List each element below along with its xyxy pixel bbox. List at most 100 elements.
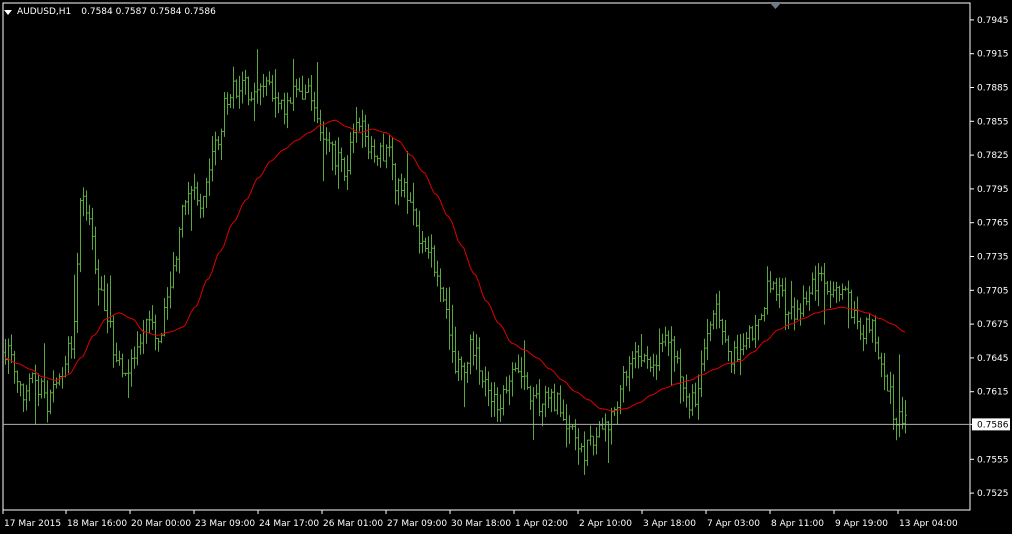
ohlc-bar <box>589 425 592 446</box>
ohlc-bar <box>733 340 736 375</box>
ohlc-bar <box>649 356 652 372</box>
ohlc-bar <box>46 380 49 423</box>
ohlc-bar <box>229 94 232 109</box>
ohlc-bar <box>325 127 328 155</box>
ohlc-bar <box>808 285 811 311</box>
ohlc-bar <box>481 370 484 388</box>
ohlc-bar <box>13 350 16 384</box>
ohlc-bar <box>727 335 730 362</box>
ohlc-bar <box>859 317 862 340</box>
ohlc-bar <box>514 362 517 372</box>
ohlc-bar <box>679 348 682 404</box>
x-tick-label: 18 Mar 16:00 <box>67 519 127 529</box>
ohlc-bar <box>400 173 403 197</box>
y-tick-label: 0.7825 <box>977 151 1009 161</box>
ohlc-bar <box>691 384 694 416</box>
ohlc-bar <box>391 137 394 181</box>
ohlc-bar <box>811 272 814 295</box>
ohlc-bar <box>199 193 202 219</box>
ohlc-bar <box>670 326 673 386</box>
ohlc-bar <box>283 92 286 125</box>
ohlc-bar <box>412 182 415 226</box>
ohlc-bar <box>511 362 514 397</box>
x-tick-label: 2 Apr 10:00 <box>579 519 632 529</box>
ohlc-bar <box>751 325 754 341</box>
ohlc-bar <box>799 303 802 326</box>
ohlc-bar <box>529 385 532 410</box>
ohlc-bar <box>745 332 748 350</box>
ohlc-bar <box>703 338 706 372</box>
ohlc-bar <box>610 407 613 445</box>
x-tick-label: 30 Mar 18:00 <box>451 519 511 529</box>
ohlc-bar <box>772 281 775 290</box>
ohlc-bar <box>127 359 130 398</box>
ohlc-bar <box>535 384 538 399</box>
x-tick-label: 8 Apr 11:00 <box>771 519 824 529</box>
ohlc-bar <box>115 342 118 363</box>
ohlc-bar <box>142 319 145 354</box>
y-tick-label: 0.7675 <box>977 320 1009 330</box>
ohlc-bar <box>208 158 211 196</box>
ohlc-bar <box>775 278 778 302</box>
ohlc-bar <box>706 318 709 361</box>
ohlc-bar <box>445 287 448 319</box>
ohlc-bar <box>496 387 499 422</box>
ohlc-bar <box>286 92 289 129</box>
ohlc-bar <box>226 92 229 115</box>
ohlc-bar <box>139 334 142 355</box>
ohlc-bar <box>883 352 886 391</box>
shift-triangle-icon[interactable] <box>770 3 781 9</box>
ohlc-bar <box>331 141 334 171</box>
ohlc-bar <box>886 374 889 392</box>
ohlc-bar <box>613 407 616 416</box>
ohlc-bar <box>172 251 175 289</box>
dropdown-triangle-icon[interactable] <box>4 9 12 15</box>
ohlc-bar <box>628 356 631 392</box>
ohlc-bar <box>340 147 343 173</box>
ohlc-bar <box>694 382 697 408</box>
ohlc-bar <box>871 319 874 343</box>
ohlc-bar <box>781 278 784 297</box>
ohlc-bar <box>604 413 607 442</box>
ohlc-bar <box>796 299 799 320</box>
ohlc-bar <box>667 330 670 357</box>
ohlc-bar <box>43 343 46 399</box>
ohlc-bar <box>742 333 745 356</box>
ohlc-bar <box>274 69 277 118</box>
y-tick-label: 0.7705 <box>977 286 1009 296</box>
ohlc-bar <box>175 256 178 272</box>
ohlc-bar <box>601 417 604 430</box>
ohlc-bar <box>49 389 52 415</box>
ohlc-bar <box>874 315 877 353</box>
ohlc-bar <box>313 91 316 122</box>
ohlc-bar <box>289 97 292 104</box>
ohlc-bar <box>280 99 283 110</box>
x-tick-label: 7 Apr 03:00 <box>707 519 760 529</box>
ohlc-bar <box>268 71 271 86</box>
ohlc-bar <box>625 370 628 387</box>
ohlc-bar <box>205 177 208 208</box>
ohlc-bar <box>7 338 10 374</box>
ohlc-bar <box>562 399 565 422</box>
x-tick-label: 1 Apr 02:00 <box>515 519 568 529</box>
ohlc-bar <box>112 314 115 368</box>
ohlc-bar <box>82 187 85 217</box>
ohlc-bar <box>124 372 127 376</box>
ohlc-bar <box>148 310 151 334</box>
ohlc-bar <box>436 260 439 287</box>
ohlc-bar <box>79 198 82 273</box>
ohlc-bar <box>220 128 223 161</box>
ohlc-bar <box>433 245 436 277</box>
ohlc-bar <box>580 443 583 453</box>
ohlc-bar <box>256 49 259 104</box>
price-chart[interactable]: AUDUSD,H1 0.7584 0.7587 0.7584 0.7586 0.… <box>0 0 1012 530</box>
chart-canvas[interactable]: 0.7945 0.7915 0.7885 0.7855 0.7825 0.7795 0.77… <box>0 0 1012 530</box>
ohlc-bar <box>388 135 391 157</box>
ohlc-bar <box>64 355 67 378</box>
ohlc-bar <box>832 281 835 298</box>
ohlc-bar <box>838 285 841 302</box>
ohlc-bar <box>718 290 721 329</box>
ohlc-bar <box>358 117 361 132</box>
ohlc-bar <box>265 76 268 96</box>
ohlc-bar <box>238 75 241 109</box>
